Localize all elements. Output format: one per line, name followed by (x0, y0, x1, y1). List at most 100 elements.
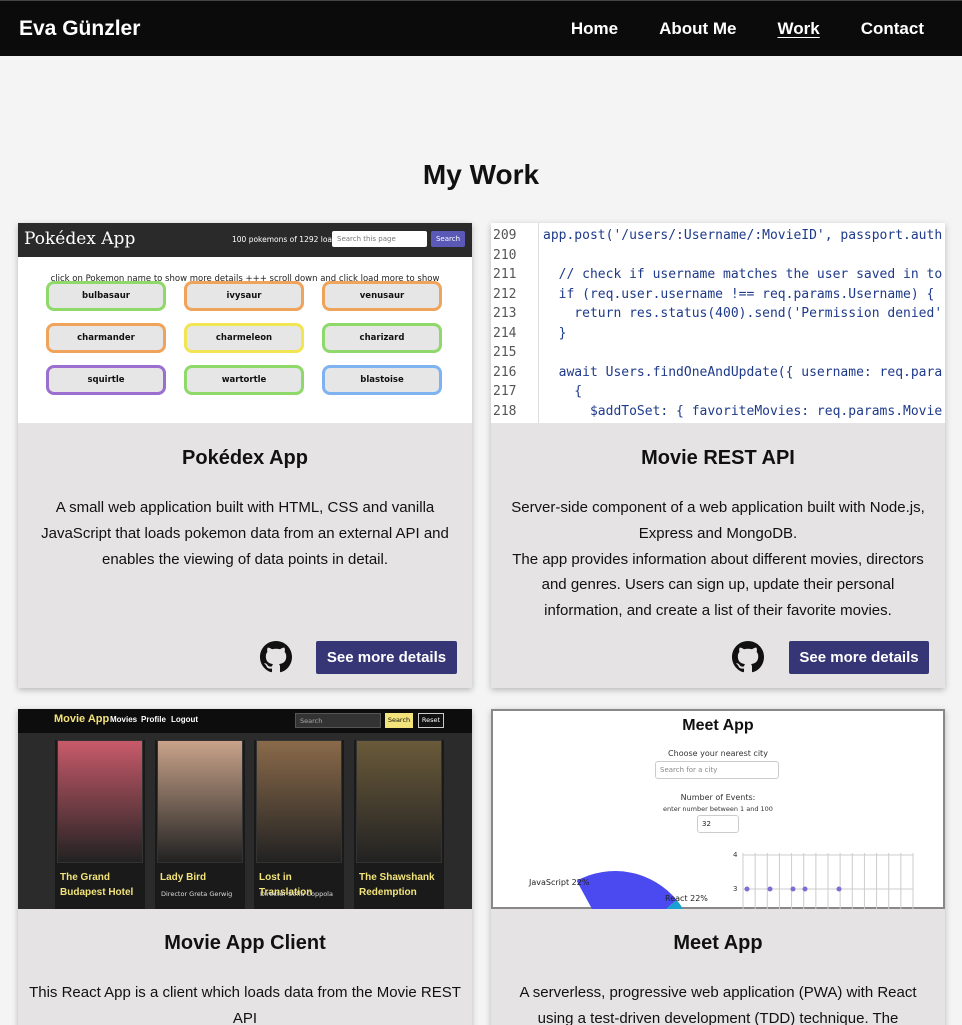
project-thumbnail[interactable]: Movie App Movies Profile Logout Search S… (18, 709, 472, 909)
meet-app-title: Meet App (682, 717, 754, 734)
code-text: // check if username matches the user sa… (543, 267, 943, 282)
card-title: Movie REST API (641, 447, 795, 469)
scatter-point (767, 886, 773, 892)
nav-about[interactable]: About Me (659, 19, 736, 39)
code-line: 213 return res.status(400).send('Permiss… (491, 306, 942, 325)
see-details-button[interactable]: See more details (789, 641, 929, 674)
code-text: $addToSet: { favoriteMovies: req.params.… (543, 403, 943, 419)
nav-work[interactable]: Work (778, 19, 820, 39)
code-line: 212 if (req.user.username !== req.params… (491, 286, 934, 306)
line-number: 212 (493, 286, 517, 302)
meet-events-label: Number of Events: (680, 793, 756, 802)
card-title: Pokédex App (182, 447, 308, 469)
movie-app-link: Profile (141, 715, 166, 724)
movie-title: The Grand Budapest Hotel (60, 872, 134, 898)
movie-poster (157, 740, 243, 863)
pokemon-tile: venusaur (322, 281, 442, 311)
movie-poster (356, 740, 442, 863)
code-line: 209 app.post('/users/:Username/:MovieID',… (491, 228, 942, 247)
github-icon[interactable] (260, 641, 292, 673)
pie-label: JavaScript 22% (528, 878, 590, 887)
code-screenshot: 209 app.post('/users/:Username/:MovieID',… (491, 223, 945, 423)
pokedex-title: Pokédex App (24, 229, 136, 249)
project-card-movie-api: 209 app.post('/users/:Username/:MovieID',… (491, 223, 945, 688)
code-text: app.post('/users/:Username/:MovieID', pa… (543, 228, 943, 243)
card-description: This React App is a client which loads d… (29, 984, 461, 1025)
movie-app-brand: Movie App (54, 713, 110, 725)
code-text: await Users.findOneAndUpdate({ username:… (543, 364, 943, 380)
nav-contact[interactable]: Contact (861, 19, 924, 39)
project-thumbnail[interactable]: 209 app.post('/users/:Username/:MovieID',… (491, 223, 945, 423)
code-text: } (543, 325, 567, 341)
meet-city-input: Search for a city (655, 761, 779, 779)
movie-director: Director Greta Gerwig (161, 890, 233, 898)
pie-label: React 22% (665, 894, 708, 903)
brand-logo[interactable]: Eva Günzler (19, 17, 140, 41)
line-number: 216 (493, 364, 517, 380)
top-navbar: Eva Günzler Home About Me Work Contact (0, 0, 962, 56)
movie-card: Lady Bird Director Greta Gerwig (155, 740, 245, 909)
line-number: 213 (493, 306, 517, 321)
movie-app-link: Logout (171, 715, 199, 724)
scatter-point (802, 886, 808, 892)
line-number: 218 (493, 403, 517, 419)
movie-card: The Grand Budapest Hotel (55, 740, 145, 909)
movie-poster (256, 740, 342, 863)
line-number: 214 (493, 325, 517, 341)
movie-title: The Shawshank Redemption (359, 872, 435, 898)
movie-app-search-input: Search (295, 713, 381, 728)
line-number: 217 (493, 384, 517, 399)
movie-app-header: Movie App Movies Profile Logout Search S… (18, 709, 472, 733)
meet-app-screenshot: Meet App Choose your nearest city Search… (491, 709, 945, 909)
movie-app-search-button: Search (385, 713, 413, 728)
pokedex-search-button: Search (431, 231, 465, 247)
pokemon-tile: blastoise (322, 365, 442, 395)
nav-menu: Home About Me Work Contact (571, 19, 924, 39)
pokedex-search-input: Search this page (332, 231, 427, 247)
meet-charts: JavaScript 22% React 22% 4 3 (528, 851, 914, 909)
code-line: 214 } (491, 325, 566, 345)
pokemon-tile: squirtle (46, 365, 166, 395)
project-card-pokedex: Pokédex App 100 pokemons of 1292 loaded … (18, 223, 472, 688)
pokemon-tile: charmeleon (184, 323, 304, 353)
code-line: 210 (491, 248, 535, 267)
project-thumbnail[interactable]: Pokédex App 100 pokemons of 1292 loaded … (18, 223, 472, 423)
movie-card: The Shawshank Redemption (354, 740, 444, 909)
pokemon-tile: charizard (322, 323, 442, 353)
code-text: { (543, 384, 583, 399)
code-line: 211 // check if username matches the use… (491, 267, 942, 286)
line-number: 210 (493, 247, 517, 263)
line-number: 209 (493, 228, 517, 243)
card-title: Movie App Client (164, 932, 326, 954)
code-text: return res.status(400).send('Permission … (543, 306, 943, 321)
movie-app-link: Movies (110, 715, 138, 724)
card-title: Meet App (673, 932, 763, 954)
see-details-button[interactable]: See more details (316, 641, 457, 674)
scatter-point (836, 886, 842, 892)
pokemon-tile: wartortle (184, 365, 304, 395)
pokemon-tile: ivysaur (184, 281, 304, 311)
project-thumbnail[interactable]: Meet App Choose your nearest city Search… (491, 709, 945, 909)
meet-events-input: 32 (697, 815, 739, 833)
movie-title: Lady Bird (160, 872, 207, 883)
pokedex-body: click on Pokemon name to show more detai… (18, 257, 472, 423)
nav-home[interactable]: Home (571, 19, 618, 39)
axis-tick: 3 (733, 885, 737, 893)
page-heading: My Work (422, 159, 540, 190)
axis-tick: 4 (733, 851, 738, 859)
movie-app-reset-button: Reset (418, 713, 444, 728)
scatter-point (744, 886, 750, 892)
line-number: 215 (493, 345, 517, 360)
pokemon-tile: charmander (46, 323, 166, 353)
card-description: A serverless, progressive web applicatio… (519, 984, 917, 1025)
meet-city-label: Choose your nearest city (668, 749, 768, 758)
github-icon[interactable] (732, 641, 764, 673)
pie-slice (576, 871, 677, 909)
meet-events-hint: enter number between 1 and 100 (663, 805, 773, 813)
code-line: 216 await Users.findOneAndUpdate({ usern… (491, 364, 942, 384)
code-line: 215 (491, 345, 535, 364)
movie-app-grid: The Grand Budapest Hotel Lady Bird Directo… (18, 733, 472, 909)
code-line: 218 $addToSet: { favoriteMovies: req.par… (491, 403, 942, 423)
pokedex-header: Pokédex App 100 pokemons of 1292 loaded … (18, 223, 472, 257)
pokemon-tile: bulbasaur (46, 281, 166, 311)
